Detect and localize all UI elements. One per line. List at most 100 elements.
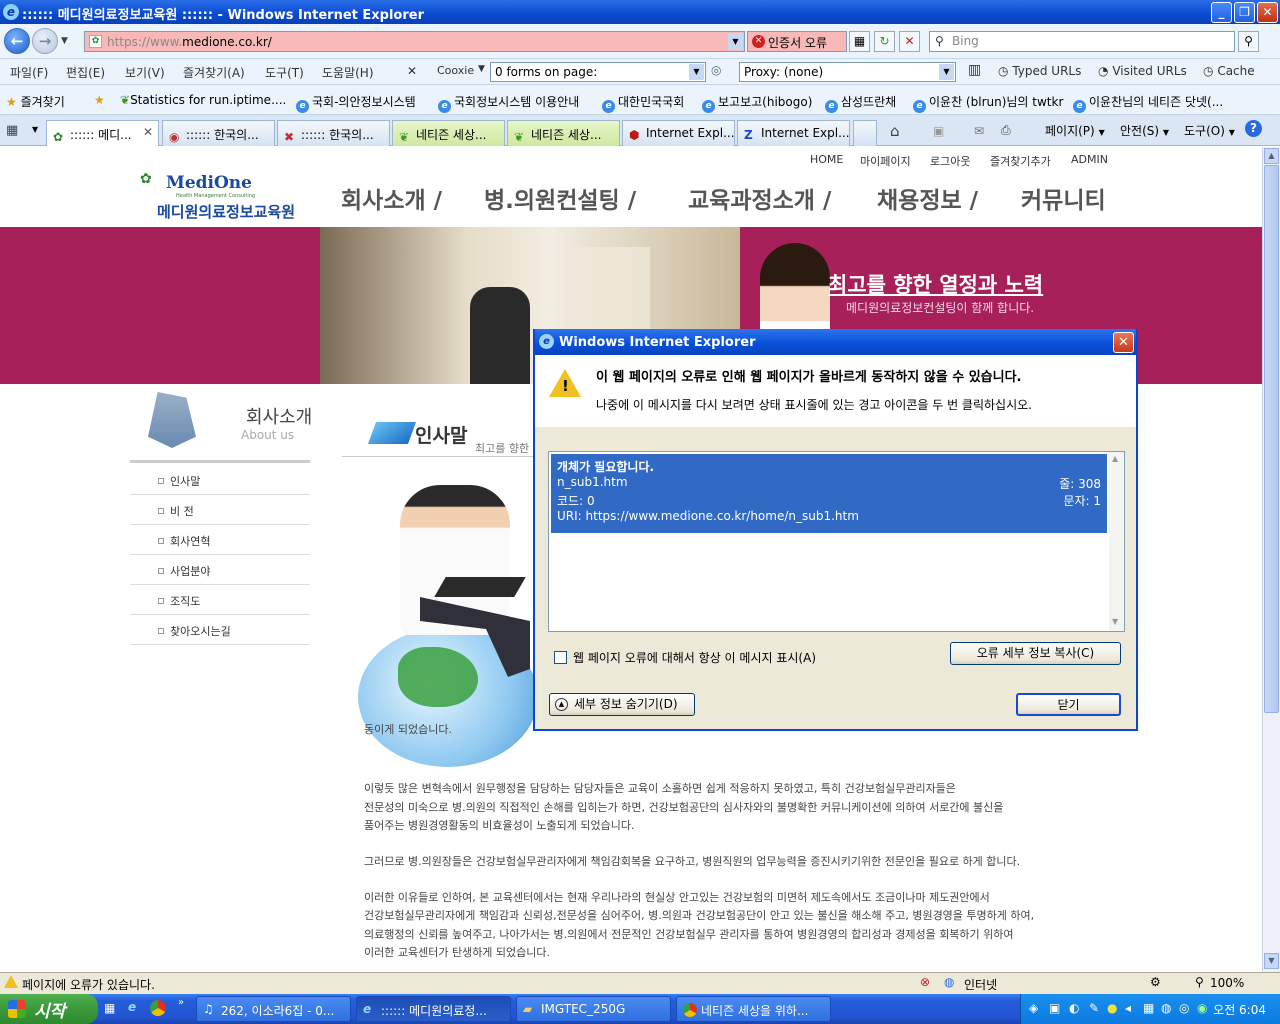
settings-icon[interactable]: ◎ (711, 63, 721, 77)
menu-edit[interactable]: 편집(E) (66, 64, 105, 81)
tab-item[interactable]: ◉:::::: 한국의... (162, 120, 275, 146)
volume-icon[interactable]: ◂ (1125, 1001, 1131, 1015)
add-favorite-icon[interactable]: ★ (94, 93, 105, 107)
typed-urls-button[interactable]: ◷ Typed URLs (998, 64, 1081, 78)
tab-item[interactable]: ❦ 네티즌 세상... (507, 120, 620, 146)
book-icon[interactable]: ▥ (968, 62, 981, 78)
page-scrollbar[interactable]: ▲ ▼ (1262, 147, 1280, 972)
tray-app-icon[interactable]: ◎ (1179, 1001, 1189, 1015)
search-icon[interactable]: ⚲ (1238, 31, 1259, 52)
side-item-business[interactable]: 사업분야 (130, 555, 310, 585)
side-item-vision[interactable]: 비 전 (130, 495, 310, 525)
refresh-icon[interactable]: ↻ (874, 31, 895, 52)
nav-community[interactable]: 커뮤니티 (1021, 181, 1106, 215)
error-entry[interactable]: 개체가 필요합니다. n_sub1.htm 줄: 308 코드: 0 문자: 1… (551, 454, 1107, 533)
cookie-menu[interactable]: Cooxie (437, 64, 474, 77)
close-toolbar-icon[interactable]: ✕ (407, 64, 417, 78)
dialog-close-button[interactable]: ✕ (1113, 332, 1134, 353)
expand-icon[interactable]: » (178, 997, 184, 1008)
task-music-player[interactable]: ♫ 262, 이소라6집 - 0... (196, 996, 351, 1022)
cookie-dropdown-icon[interactable]: ▼ (478, 64, 485, 74)
blocked-icon[interactable]: ⊗ (920, 975, 930, 989)
favorite-item[interactable]: e 삼성뜨란채 (825, 93, 896, 113)
security-icon[interactable]: ◉ (1197, 1001, 1207, 1015)
top-link-mypage[interactable]: 마이페이지 (860, 153, 911, 169)
scroll-down-icon[interactable]: ▼ (1264, 953, 1279, 969)
task-folder[interactable]: ▰ IMGTEC_250G (516, 996, 671, 1022)
address-bar[interactable]: ✿ https://www.medione.co.kr/ ▼ (84, 31, 745, 52)
tray-app-icon[interactable]: ▦ (1143, 1001, 1154, 1015)
top-link-bookmark[interactable]: 즐겨찾기추가 (990, 153, 1051, 169)
recent-pages-icon[interactable]: ▼ (61, 36, 68, 46)
favorite-item[interactable]: e 국회정보시스템 이용안내 (438, 93, 579, 113)
forms-dropdown[interactable]: 0 forms on page: ▼ (490, 62, 706, 82)
menu-tools[interactable]: 도구(T) (265, 64, 304, 81)
compatibility-icon[interactable]: ▦ (849, 31, 870, 52)
nav-company[interactable]: 회사소개 / (341, 181, 442, 215)
search-input[interactable]: ⚲ Bing (929, 31, 1235, 52)
certificate-error-button[interactable]: ✕ 인증서 오류 (747, 31, 847, 52)
close-window-button[interactable]: ✕ (1257, 2, 1278, 23)
dialog-title-bar[interactable]: e Windows Internet Explorer ✕ (535, 329, 1136, 355)
tab-item[interactable]: Z Internet Expl... (737, 120, 850, 146)
dialog-ok-button[interactable]: 닫기 (1016, 693, 1121, 716)
side-item-greeting[interactable]: 인사말 (130, 465, 310, 495)
tab-medione[interactable]: ✿:::::: 메디... ✕ (46, 120, 159, 146)
hide-details-button[interactable]: ▲ 세부 정보 숨기기(D) (549, 693, 695, 716)
minimize-button[interactable]: _ (1211, 2, 1232, 23)
scroll-down-icon[interactable]: ▼ (1112, 617, 1118, 626)
chat-icon[interactable]: ● (1107, 1001, 1117, 1015)
menu-view[interactable]: 보기(V) (125, 64, 165, 81)
close-tab-icon[interactable]: ✕ (143, 125, 153, 139)
proxy-dropdown[interactable]: Proxy: (none) ▼ (739, 62, 956, 82)
top-link-home[interactable]: HOME (810, 153, 843, 166)
back-button[interactable]: ← (4, 28, 30, 54)
task-chrome[interactable]: 네티즌 세상을 위하... (676, 996, 831, 1022)
help-icon[interactable]: ? (1245, 120, 1262, 137)
chrome-quicklaunch-icon[interactable] (150, 1000, 166, 1016)
error-list-scrollbar[interactable]: ▲ ▼ (1109, 452, 1124, 631)
home-icon[interactable]: ⌂ (890, 122, 900, 140)
top-link-admin[interactable]: ADMIN (1071, 153, 1108, 166)
quick-tabs-icon[interactable]: ▦ (6, 123, 18, 138)
menu-help[interactable]: 도움말(H) (322, 64, 374, 81)
tab-item[interactable]: ⬢ Internet Expl... (622, 120, 735, 146)
always-show-checkbox[interactable] (554, 651, 567, 664)
tray-app-icon[interactable]: ◈ (1029, 1001, 1038, 1015)
favorites-button[interactable]: ★ 즐겨찾기 (6, 93, 65, 110)
desktop-icon[interactable]: ▦ (104, 1001, 115, 1015)
side-item-organization[interactable]: 조직도 (130, 585, 310, 615)
safety-menu[interactable]: 안전(S) ▼ (1120, 122, 1169, 139)
protected-mode-icon[interactable]: ⚙ (1150, 975, 1161, 989)
start-button[interactable]: 시작 (0, 994, 98, 1024)
tab-item[interactable]: ✖:::::: 한국의... (277, 120, 390, 146)
scroll-up-icon[interactable]: ▲ (1264, 148, 1279, 164)
cache-button[interactable]: ◷ Cache (1203, 64, 1255, 78)
page-menu[interactable]: 페이지(P) ▼ (1045, 122, 1105, 139)
visited-urls-button[interactable]: ◔ Visited URLs (1098, 64, 1187, 78)
copy-details-button[interactable]: 오류 세부 정보 복사(C) (950, 642, 1121, 665)
top-link-logout[interactable]: 로그아웃 (930, 153, 970, 169)
menu-file[interactable]: 파일(F) (10, 64, 48, 81)
task-ie-medione[interactable]: e:::::: 메디원의료정... (356, 996, 511, 1022)
zoom-level[interactable]: 100% (1210, 976, 1244, 990)
nav-consulting[interactable]: 병.의원컨설팅 / (484, 181, 636, 215)
mail-icon[interactable]: ✉ (974, 124, 984, 138)
new-tab-button[interactable] (853, 120, 877, 146)
menu-favorites[interactable]: 즐겨찾기(A) (183, 64, 245, 81)
pen-icon[interactable]: ✎ (1089, 1001, 1099, 1015)
always-show-label[interactable]: 웹 페이지 오류에 대해서 항상 이 메시지 표시(A) (573, 649, 816, 666)
favorite-item[interactable]: ❦Statistics for run.iptime.... (120, 93, 286, 107)
forward-button[interactable]: → (32, 28, 58, 54)
favorite-item[interactable]: e 보고보고(hibogo) (702, 93, 812, 113)
address-dropdown-icon[interactable]: ▼ (728, 33, 743, 50)
nav-jobs[interactable]: 채용정보 / (877, 181, 978, 215)
favorite-item[interactable]: e 이윤찬 (blrun)님의 twtkr (913, 93, 1063, 113)
tab-list-icon[interactable]: ▼ (32, 125, 38, 134)
tray-app-icon[interactable]: ◐ (1069, 1001, 1079, 1015)
error-details-list[interactable]: 개체가 필요합니다. n_sub1.htm 줄: 308 코드: 0 문자: 1… (548, 451, 1125, 632)
window-title-bar[interactable]: e :::::: 메디원의료정보교육원 :::::: - Windows Int… (0, 0, 1280, 24)
favorite-item[interactable]: e 이윤찬님의 네티즌 닷넷(... (1073, 93, 1223, 113)
rss-icon[interactable]: ▣ (933, 124, 944, 138)
stop-icon[interactable]: ✕ (899, 31, 920, 52)
